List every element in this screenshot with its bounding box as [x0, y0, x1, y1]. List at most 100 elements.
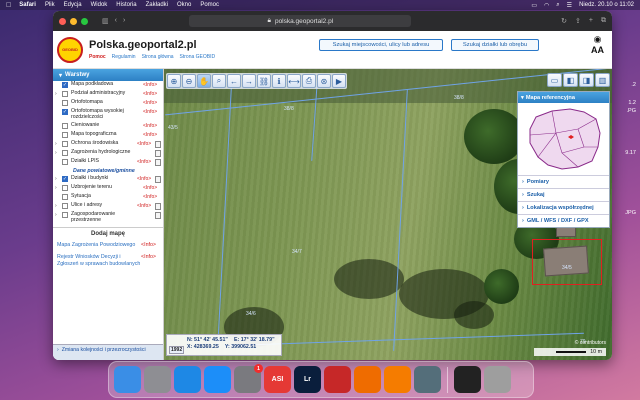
- desktop-file-label[interactable]: JPG: [625, 210, 636, 216]
- menu-okno[interactable]: Okno: [177, 2, 191, 8]
- back-icon[interactable]: ‹: [115, 17, 117, 25]
- layer-checkbox[interactable]: [62, 158, 68, 165]
- video-icon[interactable]: ▶: [332, 74, 346, 88]
- layer-checkbox[interactable]: [62, 193, 68, 200]
- reference-panel-header[interactable]: ▾ Mapa referencyjna: [518, 92, 609, 103]
- selected-parcel-outline[interactable]: [532, 239, 602, 285]
- info-link[interactable]: <Info>: [143, 185, 161, 191]
- layer-row[interactable]: Mapa topograficzna <Info>: [53, 131, 163, 140]
- dock-app-lightroom[interactable]: Lr: [294, 366, 321, 393]
- info-link[interactable]: <Info>: [141, 242, 159, 248]
- layer-row[interactable]: Działki LPIS <Info>: [53, 158, 163, 167]
- legend-doc-icon[interactable]: [155, 149, 161, 157]
- menu-app[interactable]: Safari: [19, 2, 36, 8]
- search-item[interactable]: › Szukaj: [518, 188, 609, 201]
- expand-icon[interactable]: ›: [55, 203, 61, 209]
- export-item[interactable]: › GML / WFS / DXF / GPX: [518, 214, 609, 227]
- coord-system-select[interactable]: 1992: [169, 346, 185, 354]
- layer-row[interactable]: › Ulice i adresy <Info>: [53, 202, 163, 211]
- desktop-file-label[interactable]: 1.2: [628, 100, 636, 106]
- reference-map[interactable]: [518, 103, 609, 175]
- dock-app-system-preferences[interactable]: 1: [234, 364, 263, 393]
- dock-app-mission[interactable]: [354, 366, 381, 393]
- legend-doc-icon[interactable]: [155, 202, 161, 210]
- layer-row[interactable]: ✓ Ortofotomapa wysokiej rozdzielczości <In…: [53, 108, 163, 122]
- desktop-file-label[interactable]: 9.17: [625, 150, 636, 156]
- clock[interactable]: Niedz. 20.10 o 11:02: [579, 2, 634, 8]
- layer-checkbox[interactable]: [62, 91, 68, 97]
- zoom-in-icon[interactable]: ⊕: [167, 74, 181, 88]
- expand-icon[interactable]: ›: [55, 150, 61, 156]
- info-link[interactable]: <Info>: [141, 254, 159, 267]
- layer-row[interactable]: Sytuacja <Info>: [53, 193, 163, 202]
- zoom-window-icon[interactable]: ⌕: [212, 74, 226, 88]
- font-size-toggle[interactable]: AA: [591, 45, 604, 55]
- menu-historia[interactable]: Historia: [116, 2, 136, 8]
- link-pomoc[interactable]: Pomoc: [89, 54, 106, 60]
- tab-overview-icon[interactable]: ⧉: [601, 17, 606, 25]
- link-flood-map[interactable]: Mapa Zagrożenia Powodziowego: [57, 242, 141, 248]
- reload-icon[interactable]: ↻: [561, 17, 567, 25]
- info-icon[interactable]: ℹ: [272, 74, 286, 88]
- layer-row[interactable]: › Zagospodarowanie przestrzenne: [53, 211, 163, 225]
- info-link[interactable]: <Info>: [137, 203, 155, 209]
- forward-icon[interactable]: ›: [123, 17, 125, 25]
- pan-hand-icon[interactable]: ✋: [197, 74, 211, 88]
- menu-widok[interactable]: Widok: [91, 2, 108, 8]
- menu-pomoc[interactable]: Pomoc: [200, 2, 219, 8]
- expand-icon[interactable]: ›: [55, 141, 61, 147]
- wifi-icon[interactable]: ◠: [544, 2, 549, 9]
- measurements-item[interactable]: › Pomiary: [518, 175, 609, 188]
- layer-row[interactable]: › Ochrona środowiska <Info>: [53, 140, 163, 149]
- desktop-file-label[interactable]: .2: [631, 82, 636, 88]
- legend-doc-icon[interactable]: [155, 140, 161, 148]
- layout-split-icon[interactable]: ▥: [595, 73, 610, 87]
- layer-checkbox[interactable]: [62, 202, 68, 209]
- layer-row[interactable]: › Uzbrojenie terenu <Info>: [53, 184, 163, 193]
- link-strona-geobid[interactable]: Strona GEOBID: [180, 54, 216, 60]
- zoom-out-icon[interactable]: ⊖: [182, 74, 196, 88]
- layer-row[interactable]: › Podział administracyjny <Info>: [53, 90, 163, 99]
- layer-checkbox[interactable]: ✓: [62, 175, 68, 182]
- link-strona-glowna[interactable]: Strona główna: [142, 54, 174, 60]
- info-link[interactable]: <Info>: [137, 159, 155, 165]
- layer-row[interactable]: Ortofotomapa <Info>: [53, 99, 163, 108]
- dock-app-launchpad[interactable]: [144, 366, 171, 393]
- dock-app-app-store[interactable]: [204, 366, 231, 393]
- info-link[interactable]: <Info>: [143, 132, 161, 138]
- dock-app-recent-photo[interactable]: [454, 366, 481, 393]
- dock-app-trash[interactable]: [484, 366, 511, 393]
- link-icon[interactable]: ⛓: [257, 74, 271, 88]
- eye-icon[interactable]: ◉: [591, 34, 604, 45]
- coordinate-location-item[interactable]: › Lokalizacja współrzędnej: [518, 201, 609, 214]
- layer-checkbox[interactable]: ✓: [62, 82, 68, 88]
- globe-icon[interactable]: ⊛: [317, 74, 331, 88]
- info-link[interactable]: <Info>: [143, 82, 161, 88]
- measure-icon[interactable]: ⟷: [287, 74, 301, 88]
- battery-icon[interactable]: ▭: [531, 2, 537, 9]
- next-view-icon[interactable]: →: [242, 74, 256, 88]
- expand-icon[interactable]: ›: [55, 176, 61, 182]
- layer-checkbox[interactable]: [62, 211, 68, 218]
- collapse-icon[interactable]: ▾: [59, 72, 62, 79]
- map-canvas[interactable]: 38/8 38/8 34/7 34/6 34/5 79 43/5 ⊕ ⊖ ✋ ⌕…: [164, 69, 612, 360]
- dock-app-finder[interactable]: [114, 366, 141, 393]
- expand-icon[interactable]: ›: [55, 185, 61, 191]
- share-icon[interactable]: ⇪: [575, 17, 581, 25]
- dock-app-photo-booth[interactable]: [324, 366, 351, 393]
- dock-app-preview[interactable]: [414, 366, 441, 393]
- layers-panel-header[interactable]: ▾ Warstwy: [53, 69, 163, 81]
- layer-checkbox[interactable]: [62, 140, 68, 147]
- info-link[interactable]: <Info>: [143, 123, 161, 129]
- search-parcel-button[interactable]: Szukaj działki lub obrębu: [451, 39, 539, 51]
- legend-doc-icon[interactable]: [155, 211, 161, 219]
- link-regulamin[interactable]: Regulamin: [112, 54, 136, 60]
- dock-app-asi[interactable]: ASI: [264, 366, 291, 393]
- layer-checkbox[interactable]: [62, 100, 68, 106]
- search-icon[interactable]: ⌕: [556, 2, 559, 9]
- previous-view-icon[interactable]: ←: [227, 74, 241, 88]
- map-attribution[interactable]: © contributors: [575, 340, 606, 346]
- menu-edycja[interactable]: Edycja: [64, 2, 82, 8]
- menu-zakladki[interactable]: Zakładki: [146, 2, 168, 8]
- accessibility-controls[interactable]: ◉ AA: [591, 34, 604, 55]
